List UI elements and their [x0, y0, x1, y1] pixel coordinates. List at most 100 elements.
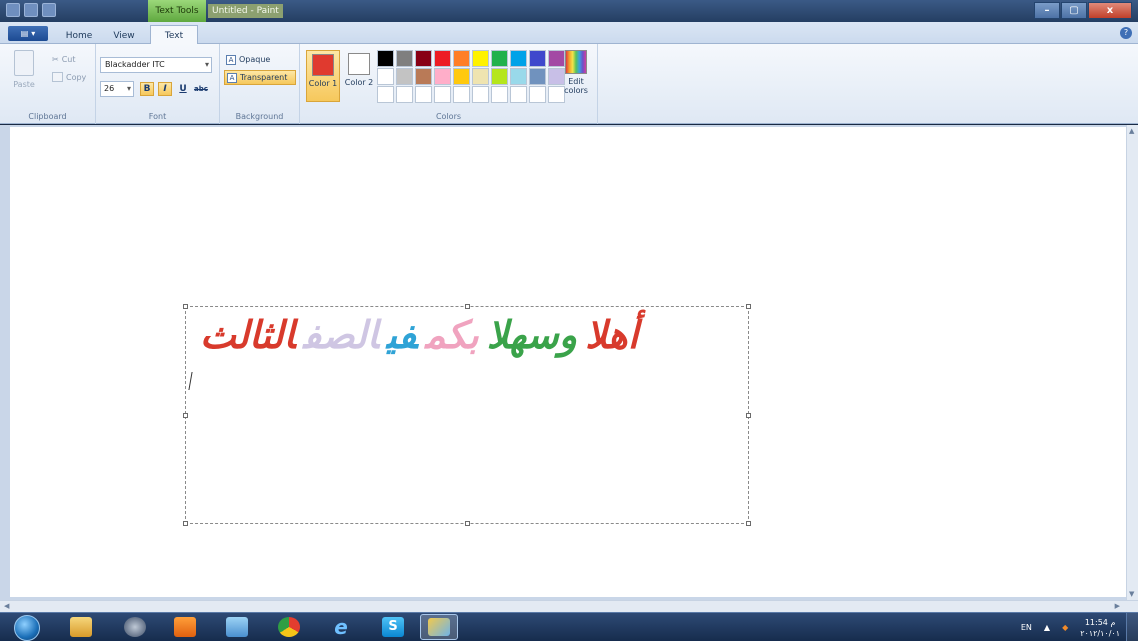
paste-button[interactable]: Paste [6, 50, 42, 89]
palette-color-swatch[interactable] [434, 68, 451, 85]
minimize-button[interactable]: – [1034, 2, 1060, 19]
show-desktop-button[interactable] [1126, 613, 1138, 641]
copy-button[interactable]: Copy [52, 70, 86, 84]
arabic-word: بكم [425, 313, 479, 357]
resize-handle[interactable] [465, 521, 470, 526]
network-icon[interactable]: ◆ [1062, 623, 1068, 632]
scroll-right-icon[interactable]: ▶ [1115, 602, 1120, 610]
color2-button[interactable]: Color 2 [342, 50, 376, 102]
chrome-icon[interactable] [278, 617, 300, 637]
strikethrough-button[interactable]: abc [194, 82, 208, 96]
arabic-text-line: أهلاوسهلابكمفيالصفالثالث [192, 313, 744, 357]
transparent-option[interactable]: A Transparent [224, 70, 296, 85]
bold-button[interactable]: B [140, 82, 154, 96]
help-icon[interactable]: ? [1120, 27, 1132, 39]
palette-color-swatch[interactable] [491, 68, 508, 85]
palette-color-swatch[interactable] [415, 68, 432, 85]
media-center-icon[interactable] [124, 617, 146, 637]
palette-color-swatch[interactable] [396, 50, 413, 67]
scroll-up-icon[interactable]: ▲ [1129, 127, 1134, 135]
resize-handle[interactable] [183, 304, 188, 309]
paint-menu-button[interactable]: ▤ ▾ [8, 26, 48, 41]
clipboard-icon [14, 50, 34, 76]
internet-explorer-icon[interactable]: e [330, 617, 352, 637]
paint-app-icon[interactable] [6, 3, 20, 17]
language-indicator[interactable]: EN [1021, 623, 1032, 632]
font-size-value: 26 [104, 84, 115, 93]
cut-button[interactable]: ✂ Cut [52, 52, 76, 66]
vertical-scrollbar[interactable]: ▲ ▼ [1126, 125, 1138, 600]
chevron-down-icon: ▾ [126, 84, 131, 93]
palette-color-swatch[interactable] [510, 50, 527, 67]
underline-button[interactable]: U [176, 82, 190, 96]
palette-color-swatch[interactable] [415, 50, 432, 67]
resize-handle[interactable] [183, 521, 188, 526]
italic-button[interactable]: I [158, 82, 172, 96]
palette-color-swatch[interactable] [472, 86, 489, 103]
edit-colors-button[interactable]: Edit colors [560, 50, 592, 95]
palette-color-swatch[interactable] [396, 68, 413, 85]
palette-color-swatch[interactable] [453, 68, 470, 85]
menu-icon: ▤ [20, 29, 29, 38]
photo-viewer-icon[interactable] [226, 617, 248, 637]
palette-color-swatch[interactable] [377, 50, 394, 67]
chevron-down-icon: ▾ [204, 60, 209, 69]
resize-handle[interactable] [465, 304, 470, 309]
skype-icon[interactable]: S [382, 617, 404, 637]
tab-home[interactable]: Home [58, 27, 100, 44]
palette-color-swatch[interactable] [377, 68, 394, 85]
palette-color-swatch[interactable] [377, 86, 394, 103]
windows-explorer-icon[interactable] [70, 617, 92, 637]
resize-handle[interactable] [746, 521, 751, 526]
paint-taskbar-button[interactable] [420, 614, 458, 640]
scroll-left-icon[interactable]: ◀ [4, 602, 9, 610]
palette-color-swatch[interactable] [453, 50, 470, 67]
resize-handle[interactable] [746, 413, 751, 418]
font-family-select[interactable]: Blackadder ITC ▾ [100, 57, 212, 73]
palette-color-swatch[interactable] [396, 86, 413, 103]
palette-color-swatch[interactable] [491, 86, 508, 103]
start-button[interactable] [14, 615, 40, 641]
show-hidden-icons-icon[interactable]: ▲ [1044, 623, 1050, 632]
palette-color-swatch[interactable] [491, 50, 508, 67]
palette-color-swatch[interactable] [529, 68, 546, 85]
resize-handle[interactable] [183, 413, 188, 418]
clipboard-group: Paste ✂ Cut Copy Clipboard [0, 44, 96, 124]
arabic-word: الصف [303, 313, 379, 357]
palette-color-swatch[interactable] [472, 50, 489, 67]
media-player-icon[interactable] [174, 617, 196, 637]
palette-color-swatch[interactable] [529, 50, 546, 67]
palette-color-swatch[interactable] [529, 86, 546, 103]
colors-group-label: Colors [435, 112, 462, 121]
maximize-button[interactable]: ▢ [1061, 2, 1087, 19]
palette-color-swatch[interactable] [510, 68, 527, 85]
palette-color-swatch[interactable] [434, 86, 451, 103]
edit-colors-label: Edit colors [564, 77, 588, 95]
resize-handle[interactable] [746, 304, 751, 309]
font-size-select[interactable]: 26 ▾ [100, 81, 134, 97]
clipboard-group-label: Clipboard [28, 112, 67, 121]
text-tools-context-tab: Text Tools [148, 0, 206, 22]
arabic-word: وسهلا [486, 313, 578, 357]
tab-text[interactable]: Text [150, 25, 198, 45]
opaque-label: Opaque [239, 55, 271, 64]
arabic-word: أهلا [585, 313, 639, 357]
close-button[interactable]: x [1088, 2, 1132, 19]
horizontal-scrollbar[interactable]: ◀ ▶ [0, 600, 1138, 612]
palette-color-swatch[interactable] [415, 86, 432, 103]
palette-color-swatch[interactable] [510, 86, 527, 103]
undo-icon[interactable] [42, 3, 56, 17]
scroll-down-icon[interactable]: ▼ [1129, 590, 1134, 598]
save-icon[interactable] [24, 3, 38, 17]
clock-time: 11:54 م [1084, 617, 1116, 627]
opaque-option[interactable]: A Opaque [224, 52, 296, 67]
palette-color-swatch[interactable] [434, 50, 451, 67]
color1-label: Color 1 [308, 79, 338, 88]
text-box[interactable]: أهلاوسهلابكمفيالصفالثالث [183, 304, 751, 526]
tab-view[interactable]: View [104, 27, 144, 44]
color1-button[interactable]: Color 1 [306, 50, 340, 102]
palette-color-swatch[interactable] [453, 86, 470, 103]
paste-label: Paste [13, 80, 35, 89]
palette-color-swatch[interactable] [472, 68, 489, 85]
clock[interactable]: 11:54 م ٢٠١٢/١٠/٠١ [1080, 617, 1120, 639]
